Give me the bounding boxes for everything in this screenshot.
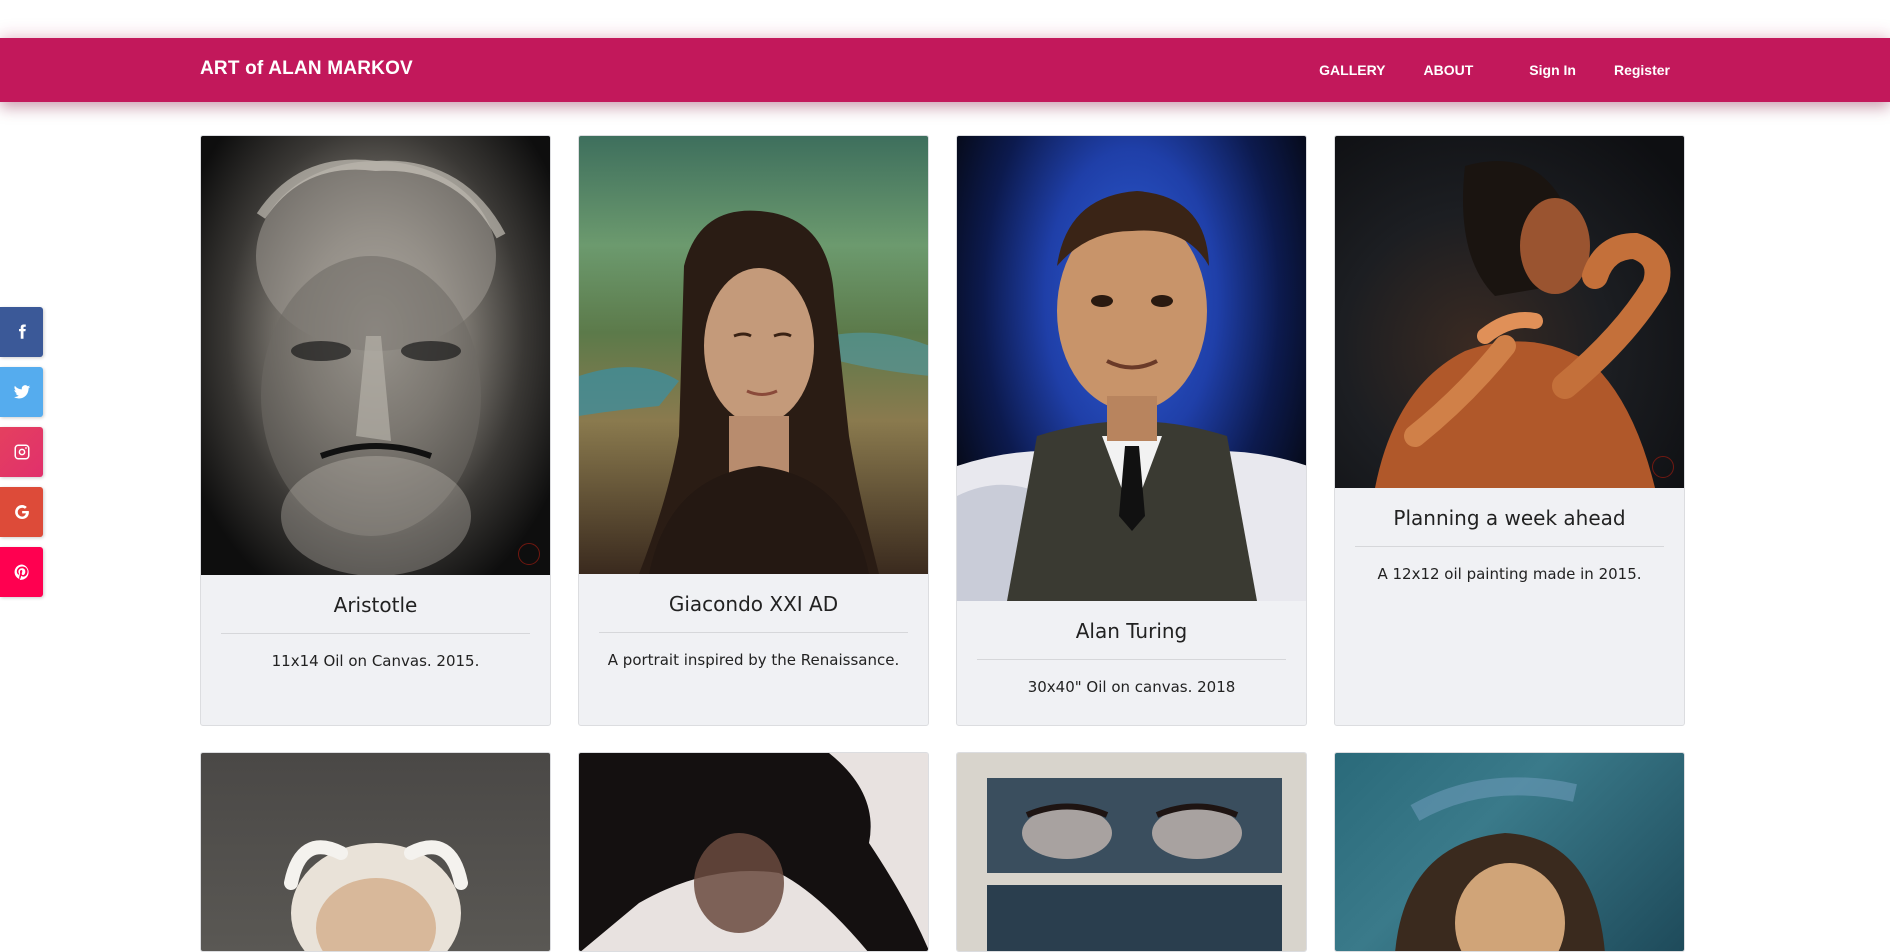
gallery-card-blue-portrait[interactable] xyxy=(1334,752,1685,952)
card-body: Alan Turing 30x40" Oil on canvas. 2018 xyxy=(957,601,1306,716)
pinterest-icon xyxy=(14,564,29,580)
planning-a-week-ahead-painting xyxy=(1335,136,1684,488)
facebook-button[interactable] xyxy=(0,307,43,357)
elder-portrait-painting xyxy=(201,753,550,951)
black-hat-painting xyxy=(579,753,928,951)
divider xyxy=(977,659,1286,660)
pinterest-button[interactable] xyxy=(0,547,43,597)
card-body: Aristotle 11x14 Oil on Canvas. 2015. xyxy=(201,575,550,690)
gallery-card-elder-portrait[interactable] xyxy=(200,752,551,952)
artist-signature-icon xyxy=(518,543,540,565)
twitter-button[interactable] xyxy=(0,367,43,417)
brand-logo[interactable]: ART of ALAN MARKOV xyxy=(200,58,413,80)
card-body: Giacondo XXI AD A portrait inspired by t… xyxy=(579,574,928,689)
gallery-card-alan-turing[interactable]: Alan Turing 30x40" Oil on canvas. 2018 xyxy=(956,135,1307,726)
card-description: A portrait inspired by the Renaissance. xyxy=(607,651,900,669)
gallery-card-black-hat[interactable] xyxy=(578,752,929,952)
top-strip xyxy=(0,0,1890,38)
giacondo-painting xyxy=(579,136,928,574)
blue-portrait-painting xyxy=(1335,753,1684,951)
divider xyxy=(599,632,908,633)
card-description: A 12x12 oil painting made in 2015. xyxy=(1377,565,1642,583)
facebook-icon xyxy=(18,324,26,339)
nav-links: GALLERY ABOUT Sign In Register xyxy=(1319,38,1670,102)
google-icon xyxy=(14,504,29,520)
card-title: Giacondo XXI AD xyxy=(668,592,839,616)
nav-register[interactable]: Register xyxy=(1614,62,1670,78)
card-description: 11x14 Oil on Canvas. 2015. xyxy=(271,652,480,670)
nav-sign-in[interactable]: Sign In xyxy=(1529,62,1576,78)
card-title: Alan Turing xyxy=(1075,619,1188,643)
gallery-card-giacondo[interactable]: Giacondo XXI AD A portrait inspired by t… xyxy=(578,135,929,726)
social-share-bar xyxy=(0,307,43,607)
instagram-icon xyxy=(14,444,29,460)
gallery-card-planning-a-week-ahead[interactable]: Planning a week ahead A 12x12 oil painti… xyxy=(1334,135,1685,726)
nav-gallery[interactable]: GALLERY xyxy=(1319,62,1385,78)
divider xyxy=(1355,546,1664,547)
instagram-button[interactable] xyxy=(0,427,43,477)
twitter-icon xyxy=(13,385,30,399)
eyes-panels-painting xyxy=(957,753,1306,951)
nav-about[interactable]: ABOUT xyxy=(1424,62,1474,78)
navbar: ART of ALAN MARKOV GALLERY ABOUT Sign In… xyxy=(0,38,1890,102)
gallery-card-eyes-panels[interactable] xyxy=(956,752,1307,952)
card-title: Aristotle xyxy=(333,593,418,617)
gallery-card-aristotle[interactable]: Aristotle 11x14 Oil on Canvas. 2015. xyxy=(200,135,551,726)
card-body: Planning a week ahead A 12x12 oil painti… xyxy=(1335,488,1684,603)
divider xyxy=(221,633,530,634)
google-button[interactable] xyxy=(0,487,43,537)
artist-signature-icon xyxy=(1652,456,1674,478)
alan-turing-painting xyxy=(957,136,1306,601)
card-description: 30x40" Oil on canvas. 2018 xyxy=(1027,678,1236,696)
card-title: Planning a week ahead xyxy=(1393,506,1626,530)
aristotle-painting xyxy=(201,136,550,575)
